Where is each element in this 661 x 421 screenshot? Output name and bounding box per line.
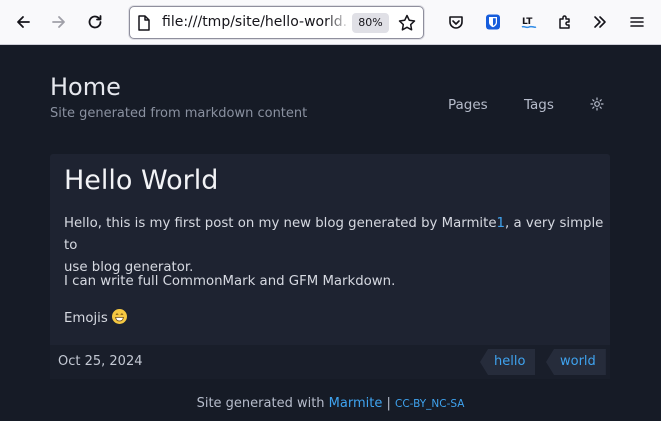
sun-icon[interactable]: [590, 97, 604, 111]
page-icon: [138, 15, 150, 31]
languagetool-icon[interactable]: LT: [514, 7, 544, 37]
overflow-icon[interactable]: [585, 7, 615, 37]
tag-world[interactable]: world: [546, 349, 606, 375]
browser-toolbar: file:///tmp/site/hello-world.html 80% LT: [0, 0, 661, 45]
menu-icon[interactable]: [622, 7, 652, 37]
pocket-icon[interactable]: [441, 7, 471, 37]
forward-icon[interactable]: [44, 7, 74, 37]
extensions-icon[interactable]: [550, 7, 580, 37]
post-date: Oct 25, 2024: [58, 354, 143, 369]
footer-separator: |: [386, 396, 391, 411]
post-paragraph-1-text: Hello, this is my first post on my new b…: [64, 216, 497, 231]
grinning-face-icon: [111, 309, 127, 324]
bitwarden-icon[interactable]: [478, 7, 508, 37]
post-card: Hello World Hello, this is my first post…: [50, 154, 610, 379]
emojis-label: Emojis: [64, 311, 108, 326]
site-subtitle: Site generated from markdown content: [50, 106, 308, 121]
license-link[interactable]: CC-BY_NC-SA: [395, 398, 464, 410]
svg-text:LT: LT: [522, 17, 533, 27]
url-fade: [326, 11, 350, 35]
site-title[interactable]: Home: [50, 73, 121, 101]
marmite-link[interactable]: Marmite: [329, 396, 383, 411]
reload-icon[interactable]: [80, 7, 110, 37]
url-text[interactable]: file:///tmp/site/hello-world.html: [162, 14, 348, 34]
back-icon[interactable]: [8, 7, 38, 37]
footnote-link[interactable]: 1: [497, 216, 505, 231]
site-footer: Site generated with Marmite | CC-BY_NC-S…: [0, 396, 661, 411]
post-footer: Oct 25, 2024 hello world: [50, 345, 610, 379]
tag-hello[interactable]: hello: [480, 349, 536, 375]
post-title: Hello World: [64, 165, 219, 196]
url-bar[interactable]: file:///tmp/site/hello-world.html 80%: [129, 6, 424, 39]
bookmark-star-icon[interactable]: [397, 13, 417, 33]
zoom-indicator[interactable]: 80%: [352, 13, 389, 33]
footer-text: Site generated with: [196, 396, 325, 411]
nav-pages-link[interactable]: Pages: [448, 97, 488, 113]
page-content: Home Site generated from markdown conten…: [0, 46, 661, 421]
post-paragraph-3: Emojis: [64, 308, 127, 330]
post-paragraph-2: I can write full CommonMark and GFM Mark…: [64, 274, 396, 289]
nav-tags-link[interactable]: Tags: [524, 97, 554, 113]
post-paragraph-1: Hello, this is my first post on my new b…: [64, 213, 610, 279]
